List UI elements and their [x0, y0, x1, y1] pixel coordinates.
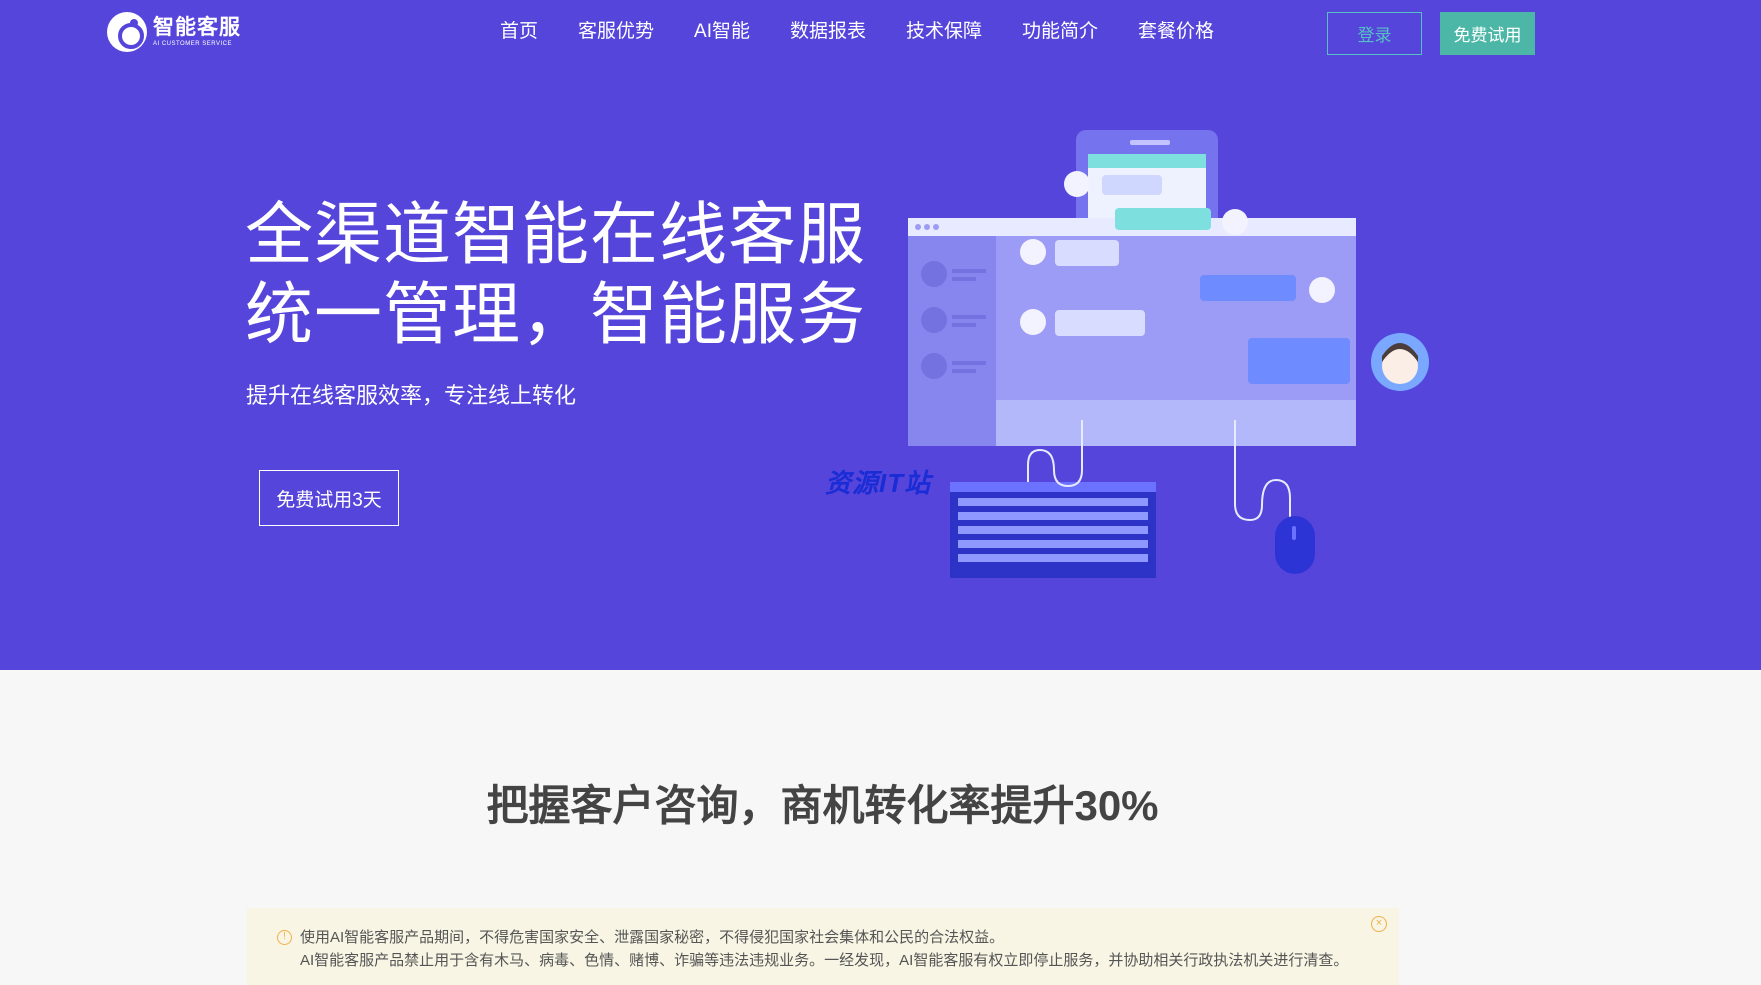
logo[interactable]: 智能客服 AI CUSTOMER SERVICE	[107, 12, 241, 52]
main-nav: 首页 客服优势 AI智能 数据报表 技术保障 功能简介 套餐价格	[500, 18, 1254, 46]
hero-title-line2: 统一管理，智能服务	[245, 277, 867, 353]
nav-item-features[interactable]: 功能简介	[1022, 18, 1098, 46]
notice-text-line1: 使用AI智能客服产品期间，不得危害国家安全、泄露国家秘密，不得侵犯国家社会集体和…	[300, 929, 1005, 946]
hero-title-line1: 全渠道智能在线客服	[245, 197, 867, 273]
section-title: 把握客户咨询，商机转化率提升30%	[486, 782, 1159, 829]
close-icon[interactable]: ×	[1371, 916, 1387, 932]
notice-text-line2: AI智能客服产品禁止用于含有木马、病毒、色情、赌博、诈骗等违法违规业务。一经发现…	[300, 952, 1349, 969]
nav-item-home[interactable]: 首页	[500, 18, 538, 46]
legal-notice: ! 使用AI智能客服产品期间，不得危害国家安全、泄露国家秘密，不得侵犯国家社会集…	[247, 908, 1399, 985]
info-icon: !	[277, 930, 292, 945]
nav-item-reports[interactable]: 数据报表	[790, 18, 866, 46]
logo-text: 智能客服	[153, 16, 241, 39]
nav-item-ai[interactable]: AI智能	[694, 18, 750, 46]
nav-item-pricing[interactable]: 套餐价格	[1138, 18, 1214, 46]
hero-title: 全渠道智能在线客服 统一管理，智能服务	[245, 195, 866, 355]
free-trial-button[interactable]: 免费试用	[1440, 12, 1535, 55]
logo-subtext: AI CUSTOMER SERVICE	[153, 41, 232, 47]
hero-banner: 智能客服 AI CUSTOMER SERVICE 首页 客服优势 AI智能 数据…	[0, 0, 1761, 670]
hero-illustration	[908, 130, 1429, 578]
logo-icon	[107, 12, 147, 52]
login-button[interactable]: 登录	[1327, 12, 1422, 55]
nav-item-advantages[interactable]: 客服优势	[578, 18, 654, 46]
hero-subtitle: 提升在线客服效率，专注线上转化	[246, 383, 577, 408]
trial-3-days-button[interactable]: 免费试用3天	[259, 470, 399, 526]
nav-item-tech[interactable]: 技术保障	[906, 18, 982, 46]
